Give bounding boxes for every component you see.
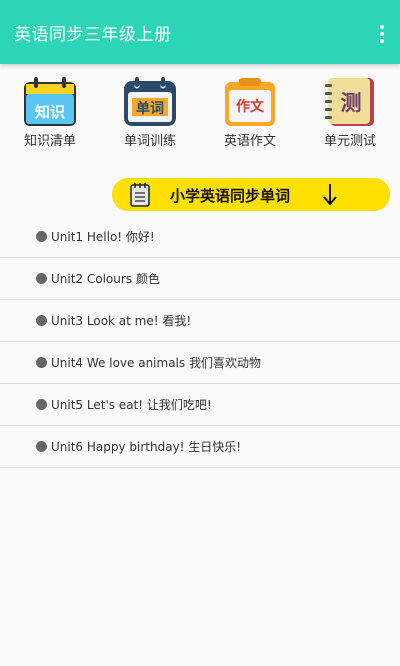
shortcut-label: 知识清单: [23, 134, 76, 149]
bullet-icon: [36, 273, 47, 284]
unit-item-5[interactable]: Unit5 Let's eat! 让我们吃吧!: [0, 384, 400, 426]
app-bar: 英语同步三年级上册: [0, 0, 400, 64]
notepad-icon: [130, 183, 150, 207]
unit-label: Unit4 We love animals 我们喜欢动物: [51, 356, 261, 370]
shortcut-word-practice[interactable]: 单词 单词训练: [100, 76, 200, 152]
shortcut-grid: 知识 知识清单 单词 单词训练 作文 英语作文 测 单元测试: [0, 76, 400, 152]
bullet-icon: [36, 315, 47, 326]
bullet-icon: [36, 441, 47, 452]
arrow-down-icon: [323, 184, 337, 206]
unit-item-2[interactable]: Unit2 Colours 颜色: [0, 258, 400, 300]
unit-item-6[interactable]: Unit6 Happy birthday! 生日快乐!: [0, 426, 400, 468]
bullet-icon: [36, 357, 47, 368]
unit-label: Unit6 Happy birthday! 生日快乐!: [51, 440, 242, 454]
bullet-icon: [36, 231, 47, 242]
unit-list: Unit1 Hello! 你好! Unit2 Colours 颜色 Unit3 …: [0, 216, 400, 468]
knowledge-list-icon: 知识: [24, 77, 76, 126]
knowledge-icon-text: 知识: [35, 103, 65, 121]
composition-icon: 作文: [225, 78, 275, 126]
shortcut-label: 英语作文: [223, 134, 276, 149]
unit-item-3[interactable]: Unit3 Look at me! 看我!: [0, 300, 400, 342]
unit-label: Unit5 Let's eat! 让我们吃吧!: [51, 398, 212, 412]
unit-item-4[interactable]: Unit4 We love animals 我们喜欢动物: [0, 342, 400, 384]
unit-test-icon: 测: [325, 78, 374, 126]
word-icon-text: 单词: [136, 100, 164, 117]
word-sync-banner[interactable]: 小学英语同步单词: [112, 178, 390, 211]
unit-item-1[interactable]: Unit1 Hello! 你好!: [0, 216, 400, 258]
overflow-menu-icon[interactable]: [372, 22, 392, 46]
unit-label: Unit1 Hello! 你好!: [51, 230, 155, 244]
app-title: 英语同步三年级上册: [14, 24, 172, 45]
shortcut-knowledge-list[interactable]: 知识 知识清单: [0, 76, 100, 152]
banner-title: 小学英语同步单词: [170, 187, 291, 205]
shortcut-unit-test[interactable]: 测 单元测试: [300, 76, 400, 152]
unit-label: Unit2 Colours 颜色: [51, 272, 160, 286]
shortcut-composition[interactable]: 作文 英语作文: [200, 76, 300, 152]
composition-icon-text: 作文: [236, 98, 265, 115]
shortcut-label: 单元测试: [323, 134, 376, 149]
shortcut-label: 单词训练: [123, 134, 176, 149]
word-practice-icon: 单词: [124, 77, 176, 126]
test-icon-text: 测: [341, 91, 362, 115]
unit-label: Unit3 Look at me! 看我!: [51, 314, 192, 328]
bullet-icon: [36, 399, 47, 410]
